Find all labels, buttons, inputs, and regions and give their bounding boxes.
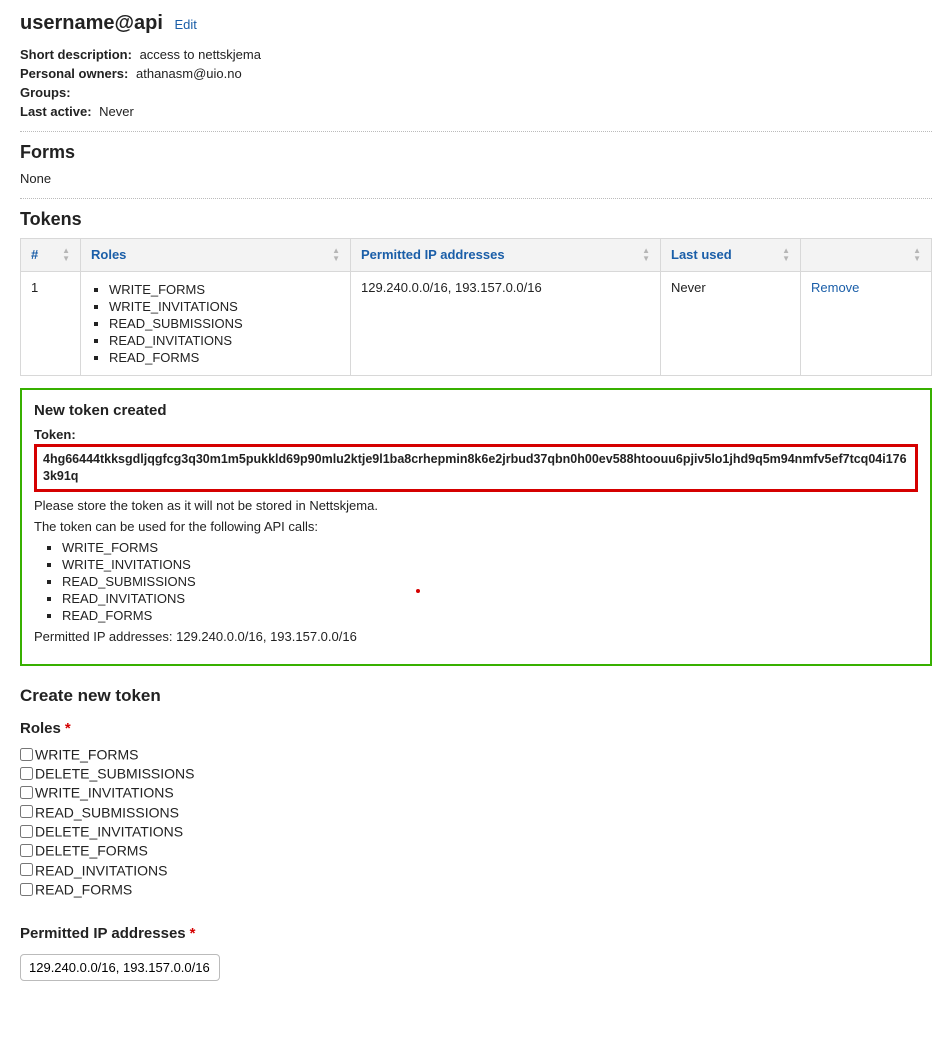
role-option-label[interactable]: READ_INVITATIONS: [35, 862, 168, 878]
tokens-table: # ▲▼ Roles ▲▼ Permitted IP addresses ▲▼ …: [20, 238, 932, 376]
role-option: WRITE_INVITATIONS: [20, 783, 932, 800]
role-item: READ_INVITATIONS: [109, 333, 340, 348]
calls-list: WRITE_FORMS WRITE_INVITATIONS READ_SUBMI…: [62, 540, 918, 623]
forms-none: None: [20, 171, 932, 186]
role-item: READ_FORMS: [109, 350, 340, 365]
sort-icon: ▲▼: [913, 247, 921, 263]
edit-link[interactable]: Edit: [175, 17, 197, 32]
create-section: Create new token Roles* WRITE_FORMS DELE…: [20, 686, 932, 981]
col-num-label: #: [31, 247, 38, 262]
role-option-label[interactable]: DELETE_INVITATIONS: [35, 823, 183, 839]
call-item: WRITE_INVITATIONS: [62, 557, 918, 572]
col-last-used-label: Last used: [671, 247, 732, 262]
permitted-note: Permitted IP addresses: 129.240.0.0/16, …: [34, 629, 918, 644]
required-star-icon: *: [65, 720, 71, 737]
role-item: READ_SUBMISSIONS: [109, 316, 340, 331]
roles-field-label: Roles*: [20, 720, 932, 737]
role-item: WRITE_INVITATIONS: [109, 299, 340, 314]
groups-label: Groups:: [20, 85, 71, 100]
short-desc-label: Short description:: [20, 47, 132, 62]
role-checkbox[interactable]: [20, 883, 33, 896]
role-checkbox[interactable]: [20, 825, 33, 838]
required-star-icon: *: [190, 925, 196, 942]
role-option: READ_SUBMISSIONS: [20, 803, 932, 820]
ips-field-label: Permitted IP addresses*: [20, 925, 932, 942]
owners-value: athanasm@uio.no: [136, 66, 242, 81]
tokens-heading: Tokens: [20, 209, 932, 230]
role-checkbox[interactable]: [20, 805, 33, 818]
role-checkbox[interactable]: [20, 748, 33, 761]
call-item: READ_INVITATIONS: [62, 591, 918, 606]
role-checkbox[interactable]: [20, 786, 33, 799]
token-created-heading: New token created: [34, 402, 918, 419]
call-item: READ_SUBMISSIONS: [62, 574, 918, 589]
role-option: DELETE_SUBMISSIONS: [20, 764, 932, 781]
table-row: 1 WRITE_FORMS WRITE_INVITATIONS READ_SUB…: [21, 272, 932, 376]
token-label: Token:: [34, 427, 918, 442]
role-option-label[interactable]: READ_FORMS: [35, 881, 132, 897]
cell-last-used: Never: [661, 272, 801, 376]
col-ips[interactable]: Permitted IP addresses ▲▼: [351, 239, 661, 272]
separator: [20, 131, 932, 132]
role-option-label[interactable]: READ_SUBMISSIONS: [35, 804, 179, 820]
cell-num: 1: [21, 272, 81, 376]
token-created-box: New token created Token: 4hg66444tkksgdl…: [20, 388, 932, 666]
col-roles[interactable]: Roles ▲▼: [81, 239, 351, 272]
role-option: READ_INVITATIONS: [20, 861, 932, 878]
calls-note: The token can be used for the following …: [34, 519, 918, 534]
col-num[interactable]: # ▲▼: [21, 239, 81, 272]
forms-heading: Forms: [20, 142, 932, 163]
role-option: READ_FORMS: [20, 880, 932, 897]
red-dot-icon: [416, 589, 420, 593]
separator: [20, 198, 932, 199]
sort-icon: ▲▼: [62, 247, 70, 263]
remove-link[interactable]: Remove: [811, 280, 859, 295]
role-checkbox[interactable]: [20, 863, 33, 876]
col-roles-label: Roles: [91, 247, 126, 262]
col-last-used[interactable]: Last used ▲▼: [661, 239, 801, 272]
cell-ips: 129.240.0.0/16, 193.157.0.0/16: [351, 272, 661, 376]
role-option: DELETE_FORMS: [20, 841, 932, 858]
role-option-label[interactable]: WRITE_FORMS: [35, 746, 138, 762]
role-option: DELETE_INVITATIONS: [20, 822, 932, 839]
last-active-label: Last active:: [20, 104, 92, 119]
meta-block: Short description: access to nettskjema …: [20, 47, 932, 119]
store-note: Please store the token as it will not be…: [34, 498, 918, 513]
cell-roles: WRITE_FORMS WRITE_INVITATIONS READ_SUBMI…: [81, 272, 351, 376]
role-checkbox[interactable]: [20, 767, 33, 780]
role-item: WRITE_FORMS: [109, 282, 340, 297]
sort-icon: ▲▼: [332, 247, 340, 263]
role-option-label[interactable]: DELETE_FORMS: [35, 843, 148, 859]
role-checkbox[interactable]: [20, 844, 33, 857]
role-option: WRITE_FORMS: [20, 745, 932, 762]
role-option-label[interactable]: DELETE_SUBMISSIONS: [35, 765, 195, 781]
call-item: READ_FORMS: [62, 608, 918, 623]
role-option-label[interactable]: WRITE_INVITATIONS: [35, 785, 174, 801]
owners-label: Personal owners:: [20, 66, 128, 81]
page-title: username@api: [20, 12, 163, 35]
token-value: 4hg66444tkksgdljqgfcg3q30m1m5pukkld69p90…: [34, 444, 918, 492]
sort-icon: ▲▼: [782, 247, 790, 263]
short-desc-value: access to nettskjema: [140, 47, 261, 62]
last-active-value: Never: [99, 104, 134, 119]
col-action[interactable]: ▲▼: [801, 239, 932, 272]
create-heading: Create new token: [20, 686, 932, 706]
call-item: WRITE_FORMS: [62, 540, 918, 555]
ip-input[interactable]: [20, 954, 220, 981]
sort-icon: ▲▼: [642, 247, 650, 263]
col-ips-label: Permitted IP addresses: [361, 247, 505, 262]
